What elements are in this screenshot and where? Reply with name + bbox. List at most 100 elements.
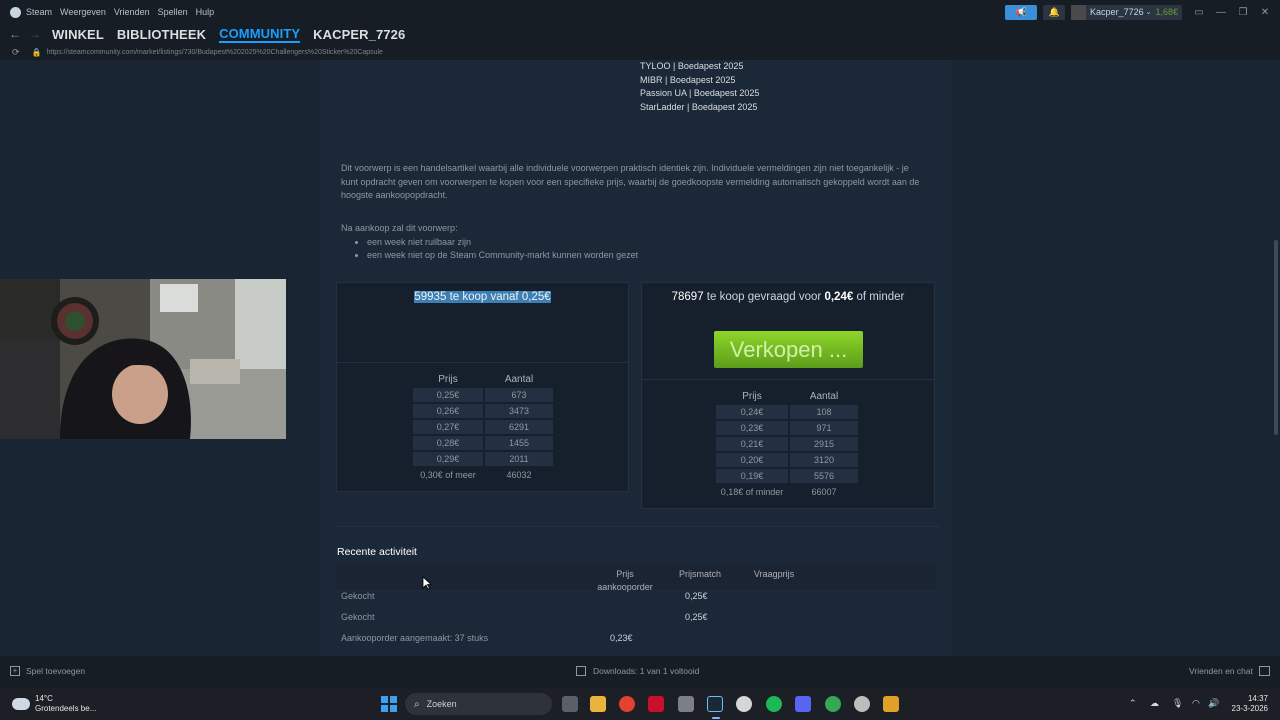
steam-menu-bar: Steam Weergeven Vrienden Spellen Hulp 📢 … — [0, 0, 1280, 24]
windows-start-icon[interactable] — [381, 696, 397, 712]
url-bar: ⟳ 🔒 https://steamcommunity.com/market/li… — [0, 44, 1280, 60]
row-price: 0,28€ — [413, 436, 483, 450]
steam-status-bar: + Spel toevoegen Downloads: 1 van 1 volt… — [0, 656, 1280, 688]
weather-widget[interactable]: 14°C Grotendeels be... — [12, 694, 96, 714]
close-icon[interactable]: ✕ — [1254, 7, 1276, 18]
table-row: 0,29€ 2011 — [413, 452, 553, 466]
row-price: 0,19€ — [716, 469, 788, 483]
menu-spellen[interactable]: Spellen — [158, 7, 188, 17]
activity-row-match: 0,25€ — [685, 591, 708, 601]
network-icon[interactable]: ☁ — [1150, 698, 1159, 709]
table-row: 0,26€ 3473 — [413, 404, 553, 418]
row-qty: 6291 — [485, 420, 553, 434]
nav-community[interactable]: COMMUNITY — [219, 26, 301, 43]
menu-hulp[interactable]: Hulp — [196, 7, 215, 17]
chat-icon — [1259, 666, 1270, 676]
store-icon[interactable] — [678, 696, 694, 712]
search-icon: ⌕ — [414, 698, 420, 710]
back-arrow-icon[interactable]: ← — [8, 27, 22, 41]
table-row: 0,25€ 673 — [413, 388, 553, 402]
row-price: 0,23€ — [716, 421, 788, 435]
sell-orders-header: 59935 te koop vanaf 0,25€ — [337, 291, 628, 303]
col-qty: Aantal — [809, 390, 839, 402]
reload-icon[interactable]: ⟳ — [12, 47, 20, 58]
webcam-image — [0, 279, 286, 439]
spotify-icon[interactable] — [766, 696, 782, 712]
row-qty: 108 — [790, 405, 858, 419]
microphone-icon[interactable]: 🎙 — [1172, 698, 1183, 709]
table-row: 0,30€ of meer 46032 — [413, 468, 553, 482]
row-qty: 1455 — [485, 436, 553, 450]
activity-row-match: 0,25€ — [685, 612, 708, 622]
col-ask-price: Vraagprijs — [753, 569, 795, 579]
chrome-icon[interactable] — [619, 696, 635, 712]
table-row: 0,21€ 2915 — [716, 437, 858, 451]
task-view-icon[interactable] — [562, 696, 578, 712]
menu-vrienden[interactable]: Vrienden — [114, 7, 150, 17]
col-qty: Aantal — [504, 373, 534, 385]
scrollbar[interactable] — [1272, 60, 1280, 656]
amd-icon[interactable] — [648, 696, 664, 712]
nav-winkel[interactable]: WINKEL — [52, 27, 104, 42]
weather-text: Grotendeels be... — [35, 704, 97, 713]
steam-taskbar-icon[interactable] — [707, 696, 723, 719]
menu-weergeven[interactable]: Weergeven — [60, 7, 106, 17]
menu-steam[interactable]: Steam — [26, 7, 52, 17]
announcement-button[interactable]: 📢 — [1005, 4, 1038, 20]
opera-icon[interactable] — [736, 696, 752, 712]
row-qty: 3473 — [485, 404, 553, 418]
row-qty: 66007 — [811, 487, 837, 497]
activity-row-label: Gekocht — [341, 591, 375, 601]
activity-row-label: Aankooporder aangemaakt: 37 stuks — [341, 633, 489, 643]
discord-icon[interactable] — [795, 696, 811, 712]
big-picture-icon[interactable]: ▭ — [1188, 7, 1210, 18]
clock[interactable]: 14:37 23-3-2026 — [1232, 694, 1268, 714]
after-purchase-intro: Na aankoop zal dit voorwerp: — [341, 223, 458, 233]
col-price: Prijs — [742, 390, 762, 402]
scrollbar-thumb[interactable] — [1274, 240, 1278, 435]
downloads-button[interactable]: Downloads: 1 van 1 voltooid — [576, 666, 699, 676]
add-game-button[interactable]: + Spel toevoegen — [10, 666, 85, 676]
chevron-up-icon[interactable]: ⌃ — [1129, 698, 1137, 709]
volume-icon[interactable]: 🔊 — [1208, 698, 1219, 709]
nav-profile[interactable]: KACPER_7726 — [313, 27, 405, 42]
friends-chat-button[interactable]: Vrienden en chat — [1189, 666, 1270, 676]
sell-button[interactable]: Verkopen ... — [714, 331, 863, 368]
nav-bibliotheek[interactable]: BIBLIOTHEEK — [117, 27, 206, 42]
buy-orders-header: 78697 te koop gevraagd voor 0,24€ of min… — [642, 291, 934, 303]
after-purchase-item: een week niet ruilbaar zijn — [367, 236, 638, 250]
download-icon — [576, 666, 586, 676]
wifi-icon[interactable]: ◠ — [1192, 698, 1200, 709]
plus-icon: + — [10, 666, 20, 676]
time: 14:37 — [1247, 694, 1268, 703]
maximize-icon[interactable]: ❐ — [1232, 7, 1254, 18]
megaphone-icon: 📢 — [1015, 6, 1027, 17]
cs2-icon[interactable] — [883, 696, 899, 712]
table-row: 0,20€ 3120 — [716, 453, 858, 467]
file-explorer-icon[interactable] — [590, 696, 606, 712]
search-label: Zoeken — [426, 699, 457, 709]
notifications-button[interactable]: 🔔 — [1043, 4, 1066, 20]
minimize-icon[interactable]: — — [1210, 7, 1232, 18]
forward-arrow-icon[interactable]: → — [28, 27, 42, 41]
bell-icon: 🔔 — [1048, 6, 1060, 17]
sell-lowest-price: 0,25€ — [521, 291, 551, 303]
account-menu-button[interactable]: Kacper_7726 ⌄ 1,68€ — [1071, 4, 1182, 20]
row-price: 0,25€ — [413, 388, 483, 402]
row-price: 0,24€ — [716, 405, 788, 419]
taskbar-search[interactable]: ⌕ Zoeken — [405, 693, 552, 715]
row-qty: 5576 — [790, 469, 858, 483]
buy-orders-box: 78697 te koop gevraagd voor 0,24€ of min… — [641, 282, 935, 509]
table-row: 0,27€ 6291 — [413, 420, 553, 434]
obs-icon[interactable] — [854, 696, 870, 712]
buy-suffix: of minder — [856, 291, 905, 303]
chrome-profile-icon[interactable] — [825, 696, 841, 712]
steam-logo-icon[interactable] — [10, 6, 21, 18]
row-price: 0,30€ of meer — [420, 470, 476, 480]
col-price: Prijs — [438, 373, 458, 385]
sticker-list: TYLOO | Boedapest 2025 MIBR | Boedapest … — [640, 60, 759, 114]
sell-mid-text: te koop vanaf — [449, 291, 519, 303]
market-listing-content: TYLOO | Boedapest 2025 MIBR | Boedapest … — [320, 60, 952, 656]
chevron-down-icon: ⌄ — [1145, 9, 1152, 16]
url-text[interactable]: https://steamcommunity.com/market/listin… — [47, 49, 383, 56]
